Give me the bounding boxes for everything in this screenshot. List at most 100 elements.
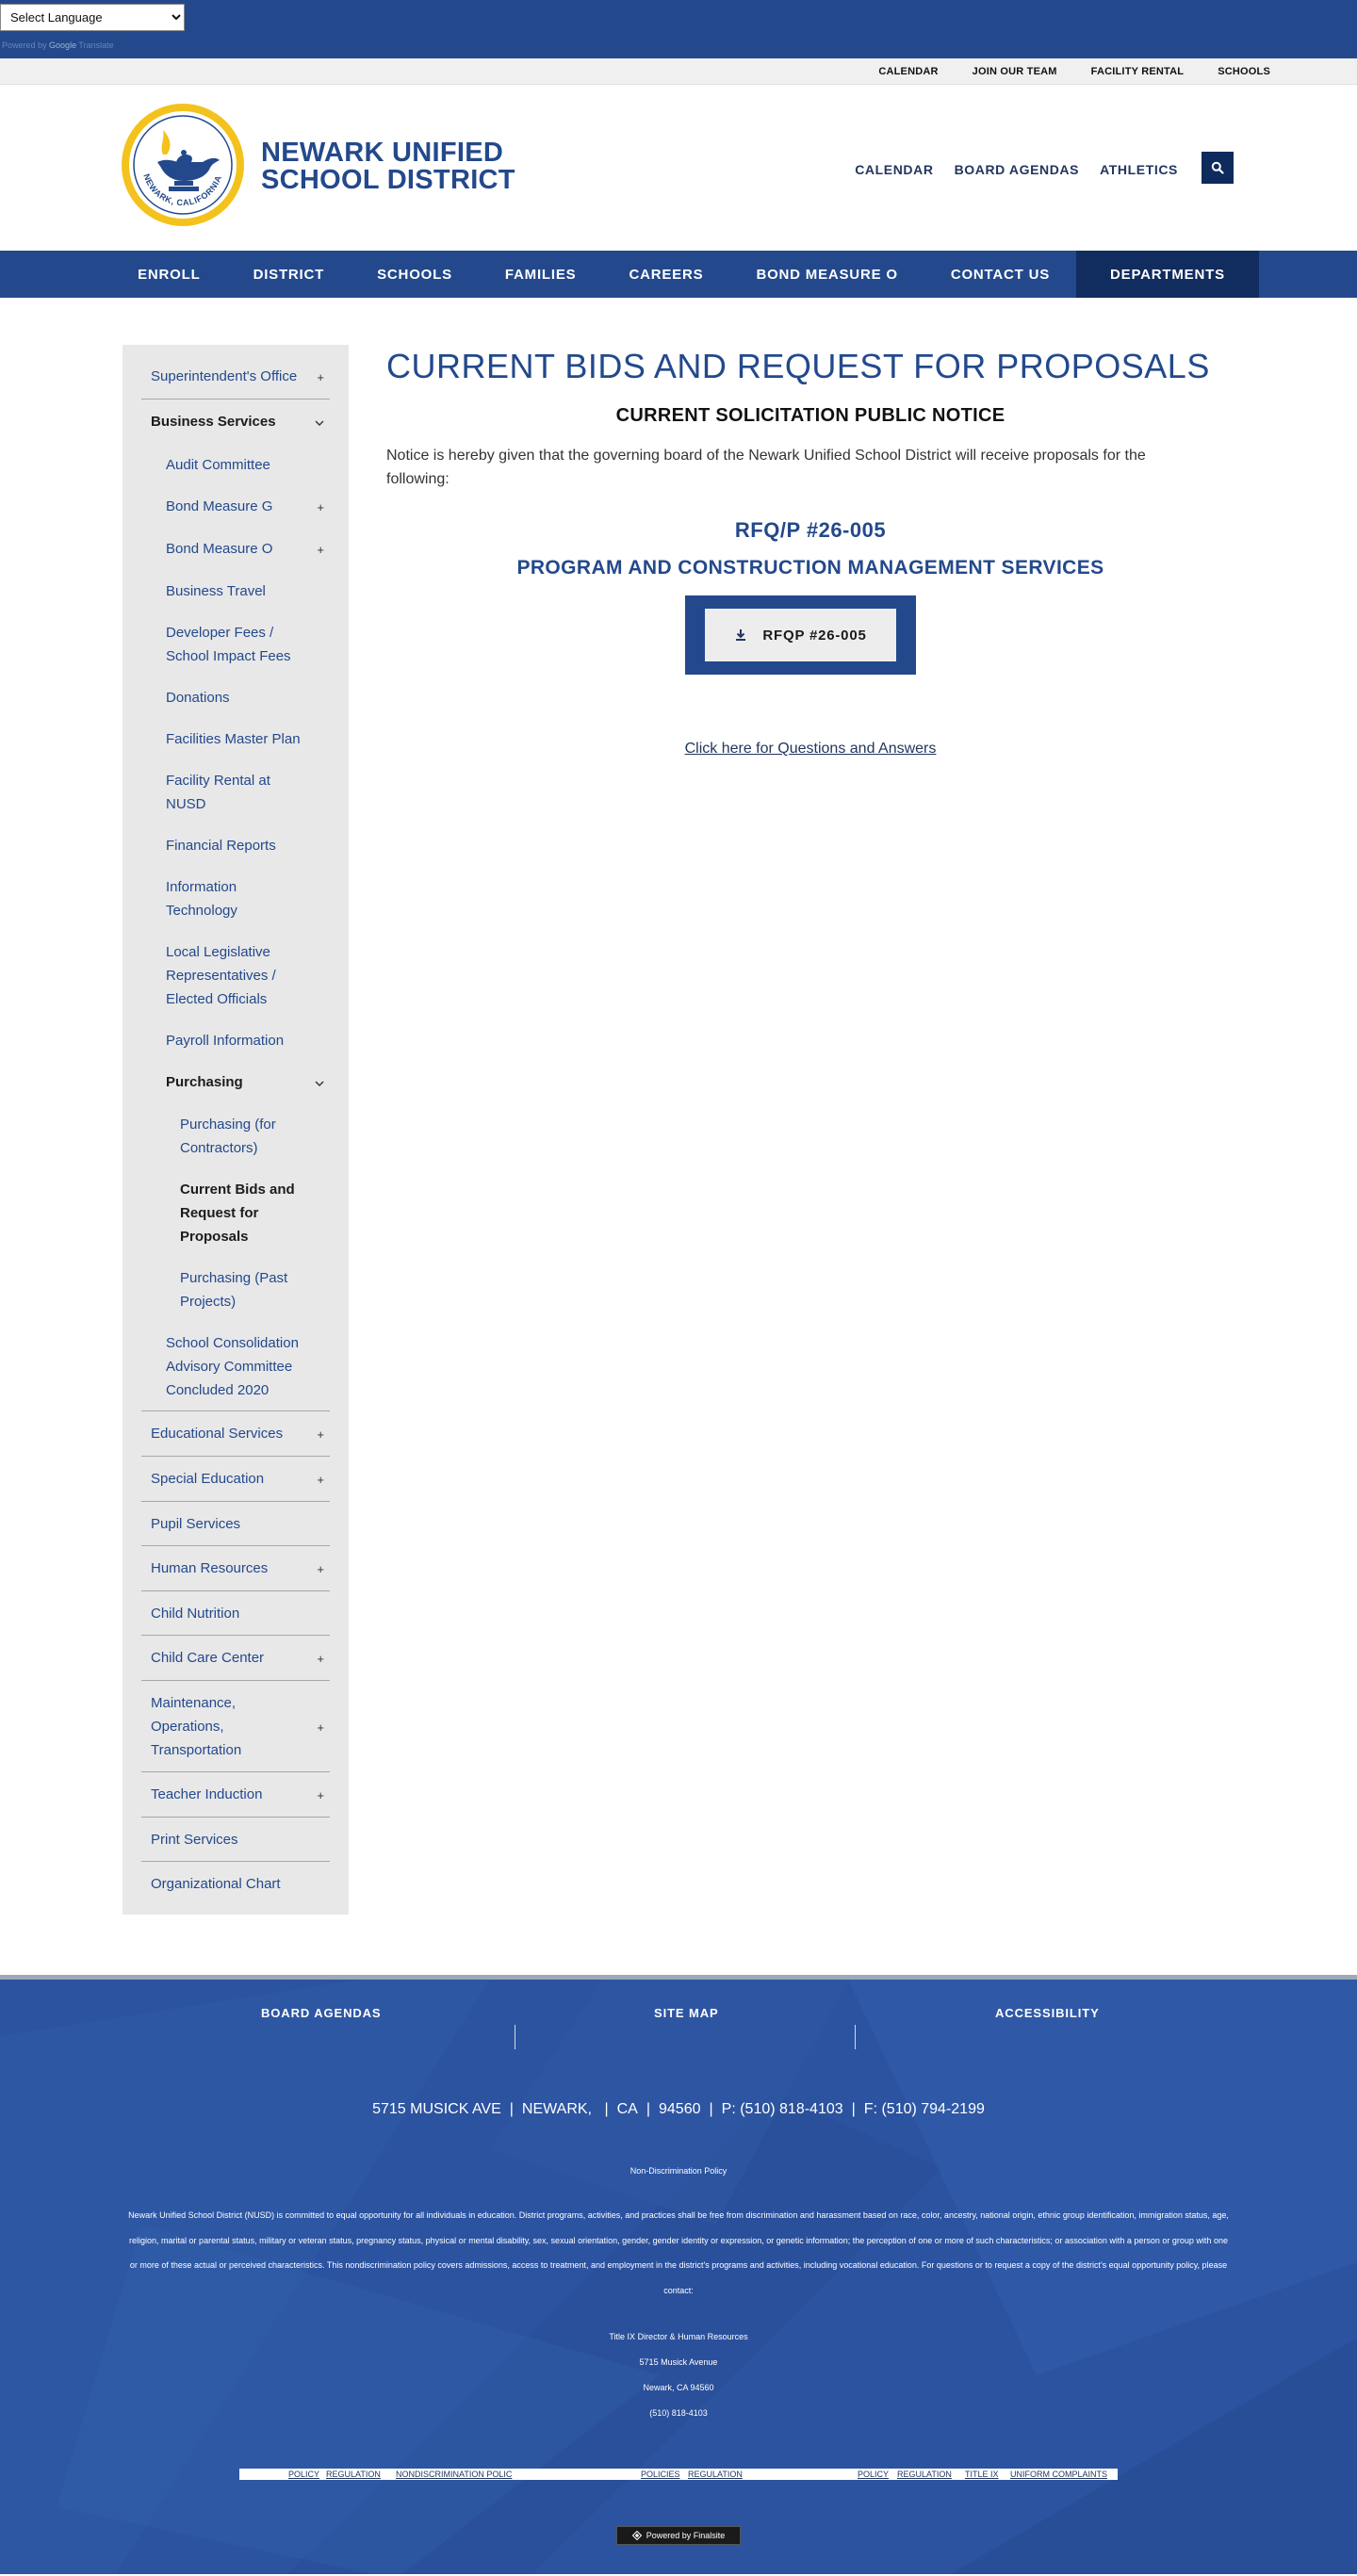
search-icon (1211, 161, 1224, 174)
sidebar-item-business-travel[interactable]: Business Travel (141, 570, 330, 611)
sidebar-item-donations[interactable]: Donations (141, 677, 330, 718)
site-header: NEWARK, CALIFORNIA NEWARK UNIFIED SCHOOL… (0, 85, 1357, 251)
sidebar-item-facility-rental[interactable]: Facility Rental at NUSD (141, 759, 330, 824)
policy-link[interactable]: POLICY (858, 2469, 889, 2480)
language-select[interactable]: Select Language (0, 4, 185, 31)
sidebar-item-pupil-services[interactable]: Pupil Services (141, 1502, 330, 1546)
nondiscrimination-title: Non-Discrimination Policy (629, 2166, 728, 2176)
expand-plus-icon[interactable]: + (317, 495, 330, 519)
page-title: CURRENT BIDS AND REQUEST FOR PROPOSALS (386, 347, 1210, 385)
sidebar-item-purchasing[interactable]: Purchasing (141, 1061, 330, 1103)
nav-bond-measure-o[interactable]: BOND MEASURE O (729, 251, 924, 298)
sidebar-item-bond-measure-g[interactable]: Bond Measure G + (141, 485, 330, 528)
sidebar-item-payroll-information[interactable]: Payroll Information (141, 1019, 330, 1061)
nav-departments[interactable]: DEPARTMENTS (1076, 251, 1259, 298)
sidebar-item-bond-measure-o[interactable]: Bond Measure O + (141, 528, 330, 570)
header-calendar-link[interactable]: CALENDAR (855, 162, 933, 177)
nav-contact-us[interactable]: CONTACT US (924, 251, 1076, 298)
footer-site-map-link[interactable]: SITE MAP (654, 2006, 719, 2020)
language-bar: Select Language Powered by Google Transl… (0, 0, 1357, 58)
footer-board-agendas-link[interactable]: BOARD AGENDAS (261, 2006, 382, 2020)
sidebar-item-purchasing-past[interactable]: Purchasing (Past Projects) (141, 1257, 330, 1322)
sidebar-item-current-bids[interactable]: Current Bids and Request for Proposals (141, 1168, 330, 1257)
sidebar-item-information-technology[interactable]: Information Technology (141, 866, 330, 931)
main-content: CURRENT BIDS AND REQUEST FOR PROPOSALS C… (386, 347, 1234, 757)
nav-families[interactable]: FAMILIES (479, 251, 603, 298)
footer-address: 5715 MUSICK AVE | NEWARK, | CA | 94560 | P: (51… (372, 2101, 985, 2117)
nav-district[interactable]: DISTRICT (227, 251, 352, 298)
section-sidebar: Superintendent's Office + Business Servi… (123, 345, 349, 1915)
rfq-number: RFQ/P #26-005 (734, 518, 887, 542)
util-facility-rental-link[interactable]: FACILITY RENTAL (1091, 66, 1185, 77)
sidebar-item-human-resources[interactable]: Human Resources + (141, 1546, 330, 1591)
sidebar-item-financial-reports[interactable]: Financial Reports (141, 824, 330, 866)
search-button[interactable] (1202, 152, 1234, 184)
expand-plus-icon[interactable]: + (317, 365, 330, 389)
sidebar-item-developer-fees[interactable]: Developer Fees / School Impact Fees (141, 611, 330, 677)
util-join-team-link[interactable]: JOIN OUR TEAM (973, 66, 1057, 77)
regulation-link[interactable]: REGULATION (688, 2469, 743, 2480)
sidebar-item-child-care-center[interactable]: Child Care Center + (141, 1636, 330, 1681)
notice-heading: CURRENT SOLICITATION PUBLIC NOTICE (615, 405, 1005, 426)
download-panel: RFQP #26-005 (685, 595, 916, 675)
sidebar-item-educational-services[interactable]: Educational Services + (141, 1411, 330, 1457)
nav-schools[interactable]: SCHOOLS (351, 251, 479, 298)
footer-divider (855, 2025, 856, 2049)
sidebar-item-child-nutrition[interactable]: Child Nutrition (141, 1591, 330, 1636)
google-translate-credit: Powered by Google Translate (2, 41, 114, 50)
policy-link[interactable]: POLICY (288, 2469, 319, 2480)
util-schools-link[interactable]: SCHOOLS (1218, 66, 1270, 77)
policies-link[interactable]: POLICIES (641, 2469, 680, 2480)
finalsite-logo-icon (631, 2531, 642, 2540)
header-board-agendas-link[interactable]: BOARD AGENDAS (955, 162, 1080, 177)
header-links: CALENDAR BOARD AGENDAS ATHLETICS (855, 162, 1178, 177)
expand-plus-icon[interactable]: + (317, 537, 330, 562)
title-ix-link[interactable]: TITLE IX (965, 2469, 999, 2480)
nondiscrimination-policy-link[interactable]: NONDISCRIMINATION POLIC (396, 2469, 512, 2480)
questions-answers-link[interactable]: Click here for Questions and Answers (386, 741, 1234, 758)
footer-accessibility-link[interactable]: ACCESSIBILITY (995, 2006, 1100, 2020)
sidebar-item-print-services[interactable]: Print Services (141, 1818, 330, 1862)
download-icon (736, 629, 746, 641)
title-ix-contact: Title IX Director & Human Resources 5715… (609, 2332, 748, 2418)
regulation-link[interactable]: REGULATION (897, 2469, 952, 2480)
expand-plus-icon[interactable]: + (317, 1646, 330, 1671)
regulation-link[interactable]: REGULATION (326, 2469, 381, 2480)
expand-plus-icon[interactable]: + (317, 1783, 330, 1807)
sidebar-item-superintendent[interactable]: Superintendent's Office + (141, 354, 330, 399)
chevron-down-icon[interactable] (315, 1070, 330, 1095)
util-calendar-link[interactable]: CALENDAR (878, 66, 938, 77)
policy-links-strip: POLICY REGULATION NONDISCRIMINATION POLI… (239, 2469, 1118, 2480)
sidebar-item-maintenance[interactable]: Maintenance, Operations, Transportation + (141, 1681, 330, 1772)
lamp-of-learning-icon: NEWARK, CALIFORNIA (133, 115, 233, 215)
sidebar-item-purchasing-contractors[interactable]: Purchasing (for Contractors) (141, 1103, 330, 1168)
sidebar-item-audit-committee[interactable]: Audit Committee (141, 444, 330, 485)
district-name[interactable]: NEWARK UNIFIED SCHOOL DISTRICT (261, 139, 515, 194)
nav-enroll[interactable]: ENROLL (111, 251, 226, 298)
notice-text: Notice is hereby given that the governin… (386, 448, 1146, 487)
page-content: Superintendent's Office + Business Servi… (0, 298, 1357, 1975)
sidebar-item-school-consolidation[interactable]: School Consolidation Advisory Committee … (141, 1322, 330, 1411)
site-footer: BOARD AGENDAS SITE MAP ACCESSIBILITY 571… (0, 1975, 1357, 2574)
chevron-down-icon[interactable] (315, 410, 330, 434)
sidebar-item-special-education[interactable]: Special Education + (141, 1457, 330, 1502)
district-logo[interactable]: NEWARK, CALIFORNIA (122, 104, 244, 226)
uniform-complaints-link[interactable]: UNIFORM COMPLAINTS (1010, 2469, 1107, 2480)
nav-careers[interactable]: CAREERS (602, 251, 729, 298)
footer-phone[interactable]: P: (510) 818-4103 (722, 2101, 843, 2117)
rfq-title: PROGRAM AND CONSTRUCTION MANAGEMENT SERV… (516, 557, 1104, 579)
sidebar-item-organizational-chart[interactable]: Organizational Chart (141, 1862, 330, 1905)
main-nav: ENROLL DISTRICT SCHOOLS FAMILIES CAREERS… (0, 251, 1357, 298)
download-rfqp-button[interactable]: RFQP #26-005 (705, 609, 896, 661)
sidebar-item-teacher-induction[interactable]: Teacher Induction + (141, 1772, 330, 1818)
expand-plus-icon[interactable]: + (317, 1467, 330, 1492)
expand-plus-icon[interactable]: + (317, 1691, 330, 1739)
sidebar-item-business-services[interactable]: Business Services (141, 399, 330, 444)
sidebar-item-legislative-representatives[interactable]: Local Legislative Representatives / Elec… (141, 931, 330, 1019)
expand-plus-icon[interactable]: + (317, 1557, 330, 1581)
header-athletics-link[interactable]: ATHLETICS (1100, 162, 1178, 177)
sidebar-item-facilities-master-plan[interactable]: Facilities Master Plan (141, 718, 330, 759)
utility-nav: CALENDAR JOIN OUR TEAM FACILITY RENTAL S… (0, 58, 1357, 85)
expand-plus-icon[interactable]: + (317, 1422, 330, 1446)
powered-by-finalsite-badge[interactable]: Powered by Finalsite (616, 2526, 741, 2545)
